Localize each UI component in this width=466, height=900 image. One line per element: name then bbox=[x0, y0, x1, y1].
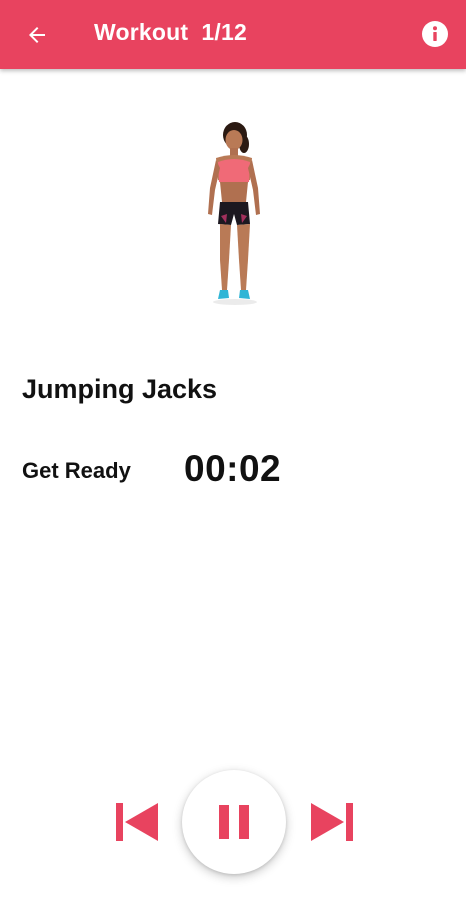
skip-next-icon bbox=[311, 803, 353, 841]
playback-controls bbox=[0, 770, 466, 874]
arrow-left-icon bbox=[29, 27, 45, 43]
info-icon bbox=[422, 21, 448, 47]
exercise-name: Jumping Jacks bbox=[22, 374, 218, 404]
app-bar: Workout 1/12 bbox=[0, 0, 466, 69]
status-label: Get Ready bbox=[22, 458, 131, 483]
next-button[interactable] bbox=[309, 800, 355, 844]
pause-button[interactable] bbox=[182, 770, 286, 874]
back-button[interactable] bbox=[18, 16, 56, 54]
woman-standing-figure bbox=[208, 122, 260, 305]
countdown-timer: 00:02 bbox=[184, 448, 282, 489]
page-title: Workout 1/12 bbox=[94, 19, 247, 45]
pause-icon bbox=[219, 805, 249, 839]
previous-button[interactable] bbox=[114, 800, 160, 844]
skip-previous-icon bbox=[116, 803, 158, 841]
info-button[interactable] bbox=[421, 20, 449, 48]
exercise-illustration bbox=[180, 118, 290, 314]
